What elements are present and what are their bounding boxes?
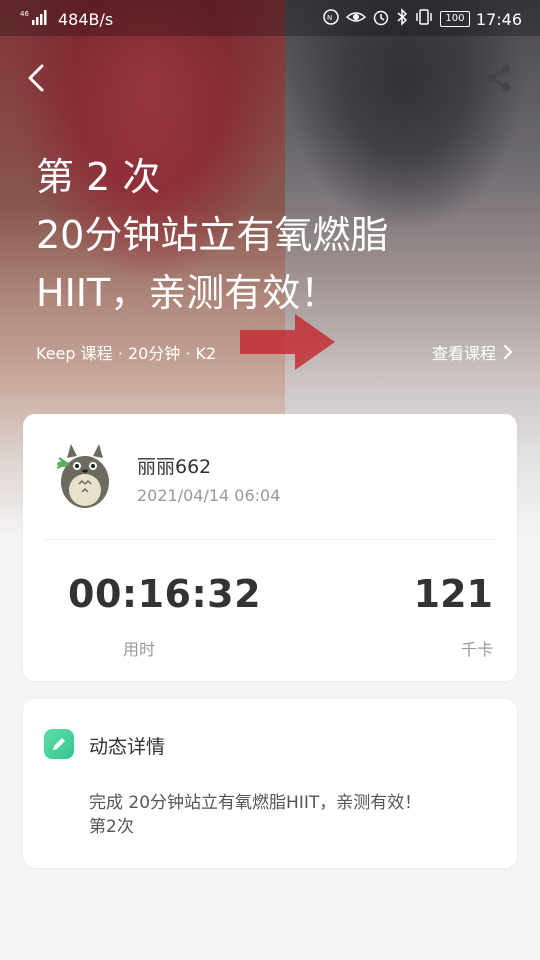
nfc-icon: N bbox=[322, 8, 340, 30]
duration-label: 用时 bbox=[123, 640, 156, 659]
avatar[interactable] bbox=[53, 442, 117, 510]
workout-datetime: 2021/04/14 06:04 bbox=[137, 486, 281, 505]
title-course-line2: HIIT，亲测有效！ bbox=[36, 271, 339, 315]
eye-icon bbox=[345, 9, 367, 29]
back-button[interactable] bbox=[24, 62, 52, 94]
battery-icon: 100 bbox=[439, 11, 470, 27]
share-icon bbox=[487, 65, 510, 91]
detail-body-line2: 第2次 bbox=[89, 817, 134, 837]
calories-label: 千卡 bbox=[460, 640, 493, 659]
duration-value: 00:16:32 bbox=[68, 572, 262, 616]
title-course-line1: 20分钟站立有氧燃脂 bbox=[36, 213, 389, 257]
workout-title: 第 2 次 20分钟站立有氧燃脂 HIIT，亲测有效！ bbox=[36, 148, 506, 322]
divider bbox=[45, 539, 495, 540]
back-arrow-icon bbox=[28, 64, 44, 92]
signal-icon: 46 bbox=[20, 8, 50, 30]
calories-value: 121 bbox=[413, 572, 493, 616]
svg-text:46: 46 bbox=[20, 10, 29, 18]
share-button[interactable] bbox=[484, 62, 514, 94]
activity-detail-card: 动态详情 完成 20分钟站立有氧燃脂HIIT，亲测有效！ 第2次 bbox=[23, 699, 517, 868]
detail-title: 动态详情 bbox=[89, 736, 166, 758]
edit-pencil-icon bbox=[44, 729, 74, 759]
status-bar: 46 484B/s N 100 17:46 bbox=[0, 0, 540, 36]
vibrate-icon bbox=[414, 8, 434, 30]
workout-summary-card: 丽丽662 2021/04/14 06:04 00:16:32 用时 121 千… bbox=[23, 414, 517, 681]
view-course-link[interactable]: 查看课程 bbox=[432, 340, 514, 364]
alarm-icon bbox=[372, 8, 390, 30]
clock-time: 17:46 bbox=[475, 9, 522, 29]
network-speed: 484B/s bbox=[58, 9, 114, 29]
detail-body-line1: 完成 20分钟站立有氧燃脂HIIT，亲测有效！ bbox=[89, 793, 422, 813]
view-course-label: 查看课程 bbox=[431, 344, 496, 363]
title-session: 第 2 次 bbox=[36, 155, 161, 199]
bluetooth-icon bbox=[396, 8, 408, 30]
totoro-avatar-icon bbox=[56, 444, 109, 508]
username[interactable]: 丽丽662 bbox=[137, 452, 211, 479]
svg-text:N: N bbox=[327, 14, 332, 22]
course-meta: Keep 课程 · 20分钟 · K2 bbox=[36, 344, 217, 363]
detail-body: 完成 20分钟站立有氧燃脂HIIT，亲测有效！ 第2次 bbox=[89, 791, 479, 839]
chevron-right-icon bbox=[503, 344, 513, 360]
